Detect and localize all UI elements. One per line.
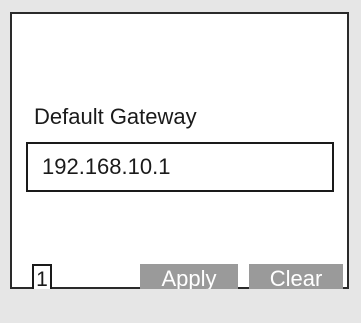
default-gateway-label: Default Gateway [34, 104, 197, 129]
phone-display-screen: Default Gateway 192.168.10.1 1 Apply Cle… [10, 12, 349, 294]
default-gateway-input[interactable]: 192.168.10.1 [26, 142, 334, 192]
bottom-frame [10, 289, 349, 323]
